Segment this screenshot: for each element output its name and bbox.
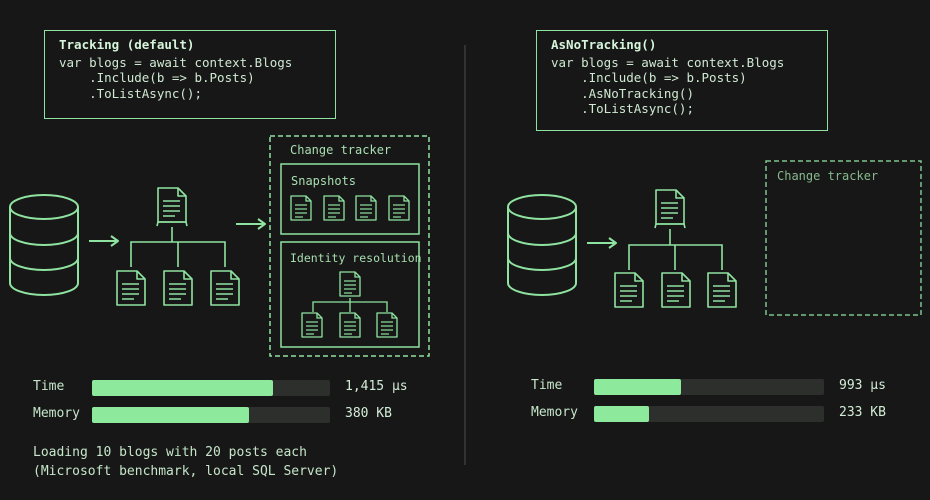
time-bar-track [92,380,330,396]
code-line: .ToListAsync(); [551,101,694,116]
caption-line: Loading 10 blogs with 20 posts each [33,445,307,460]
snapshot-document-icon [323,195,345,221]
time-label: Time [33,379,65,394]
snapshots-title: Snapshots [291,174,357,188]
database-icon [9,194,79,296]
child-document-icon [661,272,691,308]
identity-resolution-title: Identity resolution [290,251,422,265]
identity-child-document-icon [301,312,323,338]
code-title: Tracking (default) [59,37,195,52]
time-label: Time [531,378,563,393]
memory-value: 233 KB [839,405,886,420]
asnotracking-code-box: AsNoTracking() var blogs = await context… [536,30,828,131]
time-bar-fill [594,379,682,395]
child-document-icon [210,270,240,306]
code-line: .AsNoTracking() [551,85,694,101]
identity-child-document-icon [376,312,398,338]
caption-line: (Microsoft benchmark, local SQL Server) [33,464,339,479]
identity-tree-icon [301,271,398,338]
memory-value: 380 KB [345,406,392,421]
change-tracker-box-empty [765,160,922,316]
memory-bar-track [92,407,330,423]
identity-parent-document-icon [339,271,361,297]
object-tree-icon [614,189,737,308]
parent-document-icon [655,189,685,225]
memory-label: Memory [33,406,80,421]
object-tree-icon [116,187,240,306]
change-tracker-title: Change tracker [777,169,879,183]
code-line: .Include(b => b.Posts) [551,70,747,85]
child-document-icon [116,270,146,306]
time-value: 1,415 µs [345,379,408,394]
time-value: 993 µs [839,378,886,393]
memory-bar-fill [92,407,250,423]
code-line: .ToListAsync(); [59,85,202,101]
time-bar-track [594,379,824,395]
snapshot-document-icon [355,195,377,221]
snapshot-document-icon [388,195,410,221]
memory-bar-track [594,406,824,422]
arrow-right-icon [88,235,119,247]
code-line: .Include(b => b.Posts) [59,70,255,85]
code-title: AsNoTracking() [551,37,657,52]
arrow-right-icon [235,218,266,230]
child-document-icon [614,272,644,308]
memory-label: Memory [531,405,578,420]
parent-document-icon [157,187,187,223]
tracking-code-box: Tracking (default) var blogs = await con… [44,30,336,119]
change-tracker-title: Change tracker [290,143,392,157]
code-line: var blogs = await context.Blogs [59,54,293,70]
code-line: var blogs = await context.Blogs [551,54,785,70]
memory-bar-fill [594,406,650,422]
child-document-icon [163,270,193,306]
database-icon [507,194,577,296]
arrow-right-icon [586,237,617,249]
child-document-icon [707,272,737,308]
identity-child-document-icon [339,312,361,338]
time-bar-fill [92,380,273,396]
snapshot-document-icon [290,195,312,221]
